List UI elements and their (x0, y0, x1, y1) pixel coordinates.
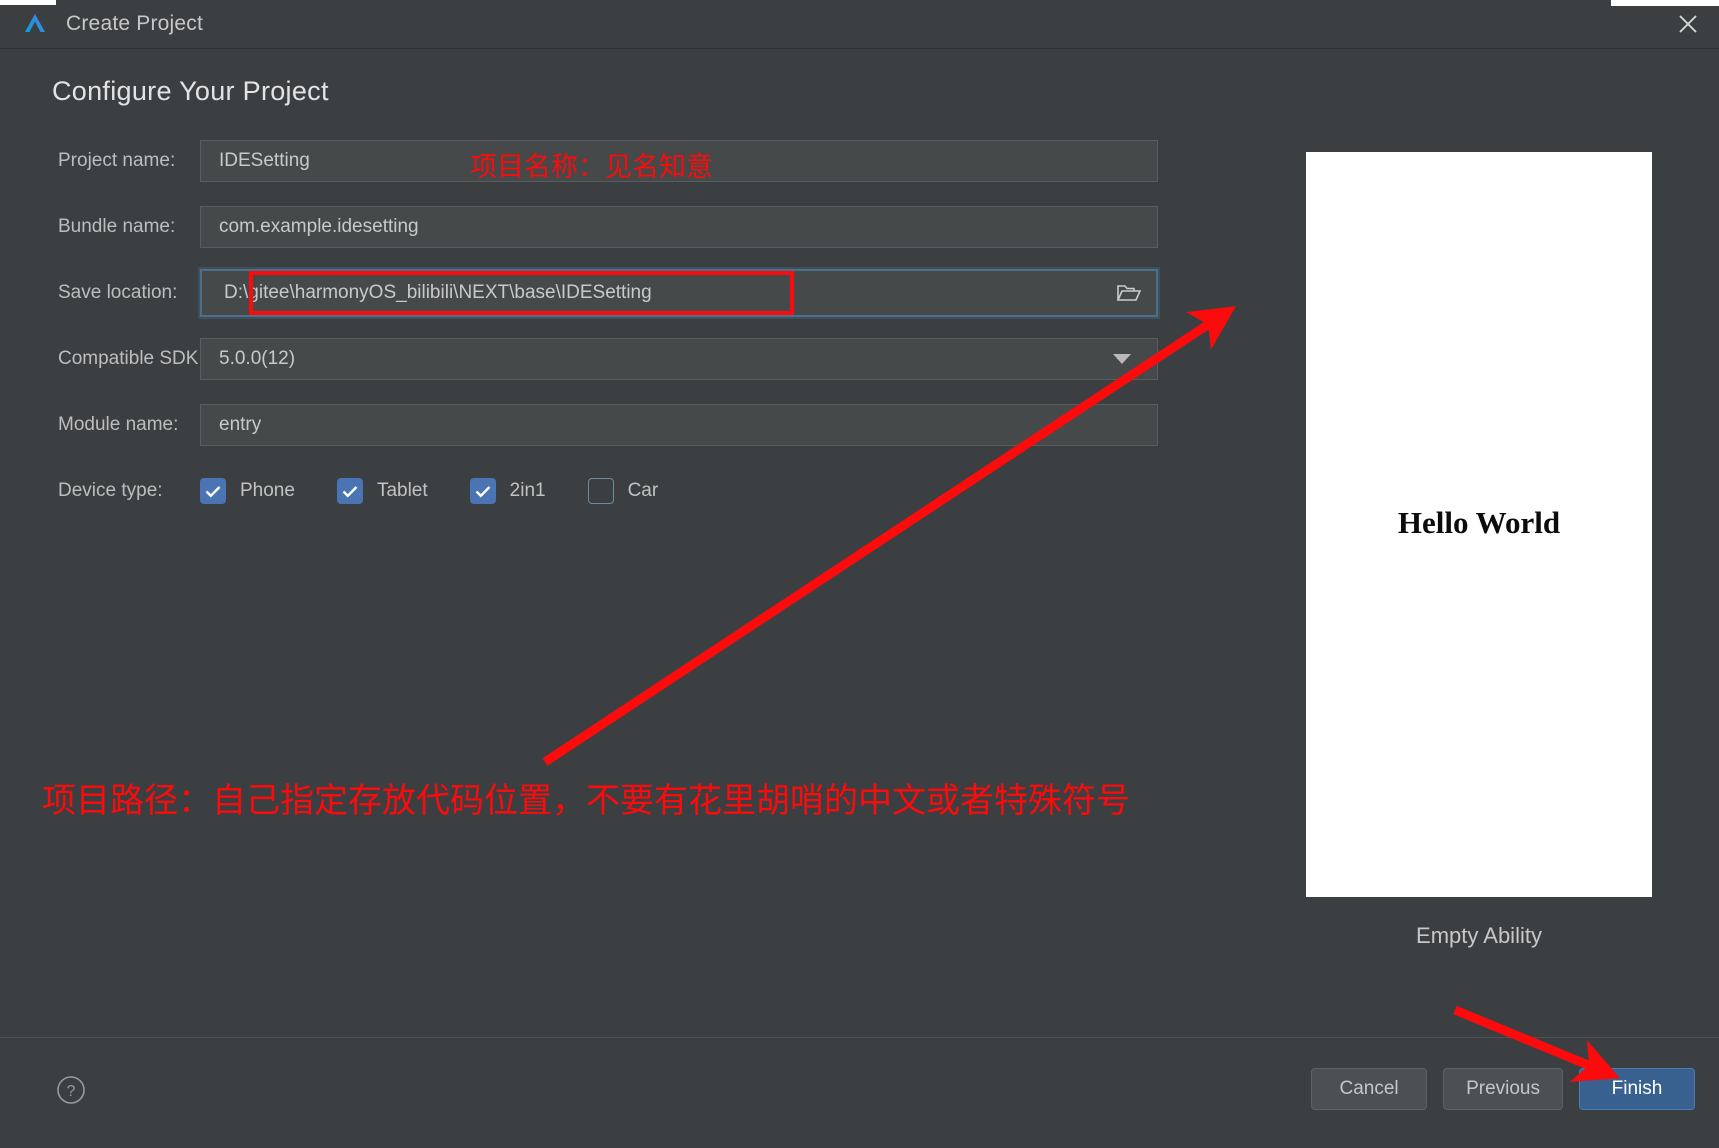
label-compatible-sdk: Compatible SDK: (58, 348, 204, 369)
arrow-to-finish (1453, 1005, 1620, 1082)
checkbox-car[interactable]: Car (587, 478, 659, 504)
label-bundle-name: Bundle name: (58, 216, 176, 237)
form-row-bundle-name: Bundle name: com.example.idesetting (0, 194, 1190, 260)
previous-button[interactable]: Previous (1443, 1068, 1563, 1110)
footer-button-bar: Cancel Previous Finish (1311, 1068, 1695, 1110)
device-type-checkbox-group: Phone Tablet 2in1 Car (200, 478, 700, 504)
window-titlebar: Create Project (0, 0, 1719, 49)
form-row-compatible-sdk: Compatible SDK: 5.0.0(12) (0, 326, 1190, 392)
form-row-device-type: Device type: Phone Tablet 2in1 Car (0, 458, 1190, 524)
form-row-save-location: Save location: D:\gitee\harmonyOS_bilibi… (0, 260, 1190, 326)
compatible-sdk-select[interactable]: 5.0.0(12) (200, 338, 1158, 380)
save-location-input[interactable]: D:\gitee\harmonyOS_bilibili\NEXT\base\ID… (200, 269, 1158, 317)
bundle-name-value: com.example.idesetting (219, 216, 419, 237)
project-config-form: Project name: IDESetting Bundle name: co… (0, 128, 1190, 524)
page-title: Configure Your Project (52, 76, 329, 106)
window-title: Create Project (66, 12, 204, 35)
checkbox-2in1-box[interactable] (469, 478, 496, 504)
checkbox-tablet-box[interactable] (336, 478, 363, 504)
module-name-input[interactable]: entry (200, 404, 1158, 446)
checkbox-2in1[interactable]: 2in1 (469, 478, 546, 504)
preview-screen-text: Hello World (1397, 504, 1561, 540)
annotation-path-note: 项目路径：自己指定存放代码位置，不要有花里胡哨的中文或者特殊符号 (42, 781, 1130, 821)
form-row-module-name: Module name: entry (0, 392, 1190, 458)
module-name-value: entry (219, 414, 262, 435)
label-project-name: Project name: (58, 150, 176, 171)
help-circle-icon[interactable]: ? (55, 1074, 87, 1106)
checkbox-phone-label: Phone (240, 480, 295, 501)
label-device-type: Device type: (58, 480, 163, 501)
label-module-name: Module name: (58, 414, 179, 435)
checkbox-car-box[interactable] (587, 478, 614, 504)
checkbox-tablet[interactable]: Tablet (336, 478, 428, 504)
project-name-value: IDESetting (219, 150, 310, 171)
bundle-name-input[interactable]: com.example.idesetting (200, 206, 1158, 248)
checkbox-phone[interactable]: Phone (200, 478, 295, 504)
titlebar-corner-left (0, 0, 56, 5)
checkbox-car-label: Car (627, 480, 659, 501)
preview-caption: Empty Ability (1416, 923, 1542, 948)
save-location-value: D:\gitee\harmonyOS_bilibili\NEXT\base\ID… (224, 282, 652, 303)
label-save-location: Save location: (58, 282, 178, 303)
folder-open-icon[interactable] (1116, 282, 1142, 304)
template-preview: Hello World Empty Ability (1306, 152, 1652, 949)
create-project-dialog: Create Project Configure Your Project Pr… (0, 0, 1719, 1148)
harmonyos-logo-icon (20, 9, 50, 39)
preview-screen: Hello World (1306, 152, 1652, 897)
checkbox-phone-box[interactable] (200, 478, 226, 504)
close-icon[interactable] (1657, 0, 1719, 47)
compatible-sdk-value: 5.0.0(12) (219, 348, 296, 369)
footer-divider (0, 1037, 1719, 1038)
svg-text:?: ? (67, 1083, 76, 1100)
checkbox-tablet-label: Tablet (376, 480, 428, 501)
finish-button[interactable]: Finish (1579, 1068, 1695, 1110)
chevron-down-icon[interactable] (1113, 354, 1131, 364)
checkbox-2in1-label: 2in1 (509, 480, 546, 501)
annotation-project-name-note: 项目名称：见名知意 (470, 152, 713, 183)
cancel-button[interactable]: Cancel (1311, 1068, 1428, 1110)
